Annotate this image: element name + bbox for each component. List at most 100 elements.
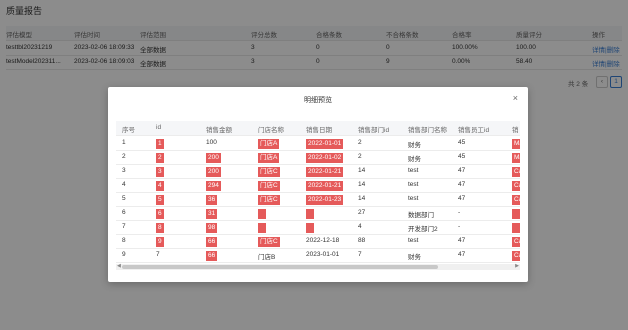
table-cell: 2 (122, 153, 126, 160)
cell: 门店C (258, 237, 280, 247)
cell: 2 (156, 153, 164, 163)
cell: 9 (122, 251, 126, 258)
cell: 财务 (408, 153, 421, 163)
cell: 47 (458, 181, 465, 188)
horizontal-scrollbar[interactable]: ◀ ▶ (116, 263, 520, 270)
cell: Ma (512, 139, 520, 149)
cell: 200 (206, 153, 221, 163)
cell: 开发部门2 (408, 223, 438, 233)
error-cell: 3 (156, 167, 164, 177)
table-row: 3 3 200 门店C 2022-01-21 14 test 47 Ca (116, 164, 520, 179)
scroll-right-icon[interactable]: ▶ (515, 263, 519, 269)
error-cell: Ca (512, 167, 520, 177)
error-cell (258, 209, 266, 219)
cell: 2022-01-02 (306, 153, 344, 163)
scrollbar-thumb[interactable] (122, 265, 438, 269)
table-cell: 财务 (408, 142, 421, 149)
cell: 门店C (258, 167, 280, 177)
table-cell: 2022-12-18 (306, 237, 340, 244)
table-cell: test (408, 181, 419, 188)
table-cell: 1 (122, 139, 126, 146)
cell: 8 (156, 223, 164, 233)
table-cell: 4 (122, 181, 126, 188)
error-cell: 2022-01-01 (306, 139, 344, 149)
cell: 3 (156, 167, 164, 177)
table-cell: 财务 (408, 254, 421, 261)
table-cell: 6 (122, 209, 126, 216)
cell: 2023-01-01 (306, 251, 339, 258)
error-cell: Ca (512, 181, 520, 191)
cell: 88 (358, 237, 365, 244)
error-cell: Ma (512, 139, 520, 149)
cell: 4 (358, 223, 362, 230)
table-cell: 14 (358, 167, 366, 174)
error-cell: 200 (206, 167, 221, 177)
error-cell: 6 (156, 209, 164, 219)
table-cell: test (408, 167, 419, 174)
cell: 27 (358, 209, 365, 216)
table-cell: 5 (122, 195, 126, 202)
error-cell: Ca (512, 251, 520, 261)
error-cell (306, 209, 314, 219)
cell: 5 (122, 195, 126, 202)
error-cell: Ca (512, 195, 520, 205)
cell: 66 (206, 251, 218, 261)
cell: Ca (512, 195, 520, 205)
cell: 66 (206, 237, 218, 247)
detail-table-header: 序号 id 销售金额 门店名称 销售日期 销售部门id 销售部门名称 销售员工id 销 (116, 121, 520, 136)
cell: 47 (458, 251, 465, 258)
cell: 4 (156, 181, 164, 191)
column-header: id (156, 124, 162, 131)
cell: 47 (458, 195, 465, 202)
error-cell: 294 (206, 181, 221, 191)
cell: 数据部门 (408, 209, 434, 219)
table-row: 1 1 100 门店A 2022-01-01 2 财务 45 Ma (116, 136, 520, 151)
table-cell: 8 (122, 237, 126, 244)
cell: 2 (358, 139, 362, 146)
error-cell (306, 223, 314, 233)
cell: 2022-01-21 (306, 181, 344, 191)
error-cell: 2022-01-23 (306, 195, 344, 205)
error-cell: 1 (156, 139, 164, 149)
table-row: 8 9 66 门店C 2022-12-18 88 test 47 Ca (116, 234, 520, 249)
cell: 7 (122, 223, 126, 230)
cell: 6 (122, 209, 126, 216)
error-cell: 门店C (258, 181, 280, 191)
table-row: 9 7 66 门店B 2023-01-01 7 财务 47 Ca (116, 248, 520, 263)
cell: 294 (206, 181, 221, 191)
cell: test (408, 167, 418, 174)
table-cell: 4 (358, 223, 362, 230)
scroll-left-icon[interactable]: ◀ (117, 263, 121, 269)
error-cell: 2022-01-21 (306, 167, 344, 177)
table-cell: 开发部门2 (408, 226, 438, 233)
cell: 36 (206, 195, 218, 205)
table-cell: test (408, 237, 419, 244)
cell: Ca (512, 167, 520, 177)
column-header: 销售金额 (206, 127, 232, 134)
table-cell: 7 (358, 251, 362, 258)
cell: Ma (512, 153, 520, 163)
close-icon[interactable]: × (513, 93, 518, 103)
cell: 45 (458, 139, 465, 146)
cell: 4 (122, 181, 126, 188)
cell: 门店A (258, 139, 280, 149)
cell: test (408, 195, 418, 202)
error-cell (512, 223, 520, 233)
column-header: 门店名称 (258, 127, 284, 134)
cell: 47 (458, 167, 465, 174)
table-cell: 47 (458, 167, 466, 174)
cell: 1 (122, 139, 126, 146)
column-header: 销 (512, 127, 519, 134)
error-cell: Ma (512, 153, 520, 163)
cell: 财务 (408, 251, 421, 261)
cell: 2 (358, 153, 362, 160)
cell: 门店C (258, 181, 280, 191)
cell: 7 (156, 251, 160, 258)
table-cell: - (458, 209, 461, 216)
table-cell: 45 (458, 139, 466, 146)
error-cell: 门店A (258, 139, 280, 149)
cell: 2 (122, 153, 126, 160)
cell: 2022-01-01 (306, 139, 344, 149)
cell: Ca (512, 251, 520, 261)
error-cell: 9 (156, 237, 164, 247)
